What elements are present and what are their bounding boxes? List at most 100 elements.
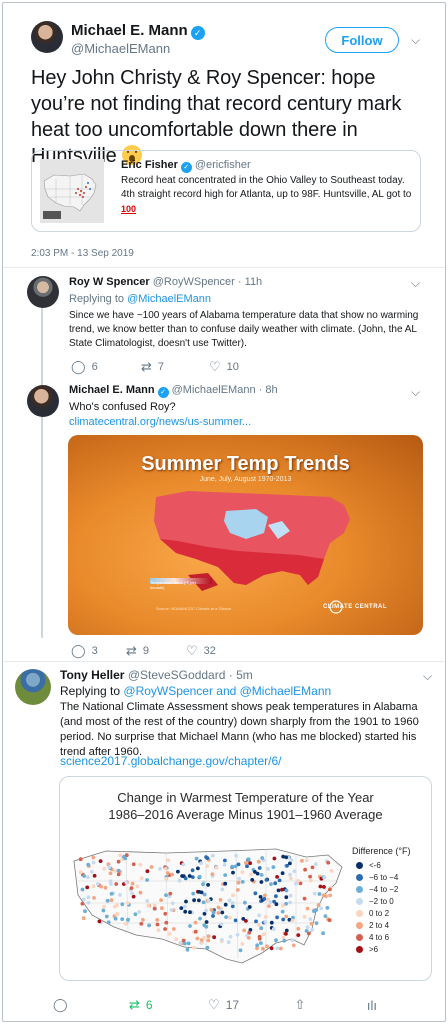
- retweet-icon: ⇄: [126, 643, 137, 658]
- station-dot: [95, 882, 100, 886]
- station-dot: [258, 895, 263, 899]
- station-dot: [212, 935, 217, 940]
- reply-icon: ◯: [53, 997, 68, 1012]
- station-dot: [322, 885, 326, 889]
- station-dot: [78, 857, 83, 862]
- replying-to-link[interactable]: @RoyWSpencer and @MichaelEMann: [123, 684, 331, 698]
- like-button[interactable]: ♡ 10: [209, 359, 239, 375]
- station-dot: [183, 876, 188, 881]
- author-handle[interactable]: @SteveSGoddard: [128, 668, 226, 682]
- station-dot: [199, 861, 204, 866]
- station-dot: [120, 917, 125, 921]
- station-dot: [174, 937, 179, 941]
- station-dot: [166, 858, 171, 863]
- station-dot: [164, 876, 169, 881]
- station-dot: [91, 884, 96, 889]
- analytics-button[interactable]: ılı: [367, 997, 383, 1013]
- avatar[interactable]: [27, 385, 59, 417]
- reply-button[interactable]: ◯ 6: [71, 359, 141, 375]
- station-dot: [266, 897, 270, 902]
- station-dot: [267, 904, 271, 908]
- follow-button[interactable]: Follow: [325, 27, 399, 53]
- station-dot: [289, 876, 293, 881]
- tweet-timestamp[interactable]: 2:03 PM - 13 Sep 2019: [31, 248, 134, 259]
- station-dot: [145, 869, 150, 874]
- station-dot: [135, 884, 140, 889]
- heart-icon: ♡: [209, 359, 221, 374]
- tweet-link[interactable]: science2017.globalchange.gov/chapter/6/: [60, 754, 282, 768]
- hundred-points-emoji-icon: 100: [121, 204, 137, 214]
- tweet-header: Tony Heller @SteveSGoddard · 5m: [60, 668, 253, 682]
- station-dot: [277, 878, 282, 883]
- tweet-link[interactable]: climatecentral.org/news/us-summer...: [69, 415, 251, 429]
- station-dot: [155, 918, 160, 922]
- legend-item: −6 to −4: [356, 871, 410, 883]
- station-dot: [244, 919, 248, 923]
- station-dot: [202, 935, 206, 940]
- station-dot: [201, 882, 205, 887]
- station-dot: [219, 922, 224, 926]
- tweet-time[interactable]: 8h: [265, 384, 277, 396]
- station-dot: [243, 900, 247, 905]
- station-dot: [86, 900, 91, 905]
- station-dot: [164, 893, 168, 897]
- tweet-time[interactable]: 5m: [236, 668, 253, 682]
- nca-chart-image[interactable]: Change in Warmest Temperature of the Yea…: [59, 776, 432, 981]
- station-dot: [188, 924, 192, 928]
- share-button[interactable]: ⇧: [294, 997, 311, 1013]
- tweet-actions: ◯ 3 ⇄ 9 ♡ 32: [71, 643, 216, 659]
- station-dot: [138, 862, 143, 867]
- tweet-time[interactable]: 11h: [245, 276, 263, 288]
- author-handle[interactable]: @MichaelEMann: [172, 384, 256, 396]
- retweet-button[interactable]: ⇄ 7: [141, 359, 209, 375]
- reply-tweet-spencer[interactable]: Roy W Spencer @RoyWSpencer · 11h ⌵ Reply…: [3, 269, 445, 375]
- station-dot: [303, 867, 307, 872]
- station-dot: [204, 924, 209, 929]
- station-dot: [164, 920, 169, 925]
- legend-label: 4 to 6: [369, 932, 390, 942]
- like-button[interactable]: ♡ 32: [186, 643, 216, 659]
- chevron-down-icon[interactable]: ⌵: [423, 669, 432, 684]
- avatar[interactable]: [15, 669, 51, 705]
- like-button[interactable]: ♡ 17: [208, 997, 239, 1013]
- reply-button[interactable]: ◯ 3: [71, 643, 126, 659]
- author-name[interactable]: Michael E. Mann: [71, 22, 188, 39]
- station-dot: [327, 918, 332, 923]
- station-dot: [89, 870, 94, 874]
- station-dot: [171, 927, 176, 931]
- author-handle[interactable]: @RoyWSpencer: [153, 276, 235, 288]
- quoted-tweet[interactable]: Eric Fisher ✓ @ericfisher Record heat conc…: [31, 150, 421, 232]
- retweet-button[interactable]: ⇄ 9: [126, 643, 186, 659]
- replying-to: Replying to @RoyWSpencer and @MichaelEMa…: [60, 684, 332, 698]
- station-dot: [260, 856, 265, 860]
- station-dot: [141, 918, 145, 922]
- avatar[interactable]: [27, 276, 59, 308]
- station-dot: [257, 913, 262, 918]
- legend-label: >6: [369, 944, 379, 954]
- station-dot: [183, 909, 188, 914]
- author-name[interactable]: Roy W Spencer: [69, 276, 150, 288]
- station-dot: [240, 870, 245, 874]
- station-dot: [190, 868, 195, 873]
- station-dot: [249, 872, 253, 877]
- station-dot: [284, 932, 288, 936]
- station-dot: [198, 916, 202, 921]
- replying-to-link[interactable]: @MichaelEMann: [127, 293, 211, 305]
- quoted-text: Record heat concentrated in the Ohio Val…: [121, 175, 412, 214]
- chevron-down-icon[interactable]: ⌵: [411, 276, 420, 291]
- station-dot: [280, 909, 285, 914]
- chevron-down-icon[interactable]: ⌵: [411, 33, 420, 48]
- avatar[interactable]: [31, 21, 63, 53]
- retweet-button[interactable]: ⇄ 6: [129, 997, 153, 1013]
- author-name[interactable]: Michael E. Mann: [69, 384, 155, 396]
- reply-button[interactable]: ◯: [53, 997, 74, 1013]
- author-name[interactable]: Tony Heller: [60, 668, 124, 682]
- station-dot: [149, 865, 154, 869]
- station-dot: [125, 901, 130, 905]
- station-dot: [273, 881, 278, 886]
- station-dot: [152, 906, 157, 911]
- author-handle[interactable]: @MichaelEMann: [71, 41, 205, 56]
- station-dot: [308, 874, 312, 879]
- chevron-down-icon[interactable]: ⌵: [411, 385, 420, 400]
- summer-temp-trends-image[interactable]: Summer Temp Trends June, July, August 19…: [68, 435, 423, 635]
